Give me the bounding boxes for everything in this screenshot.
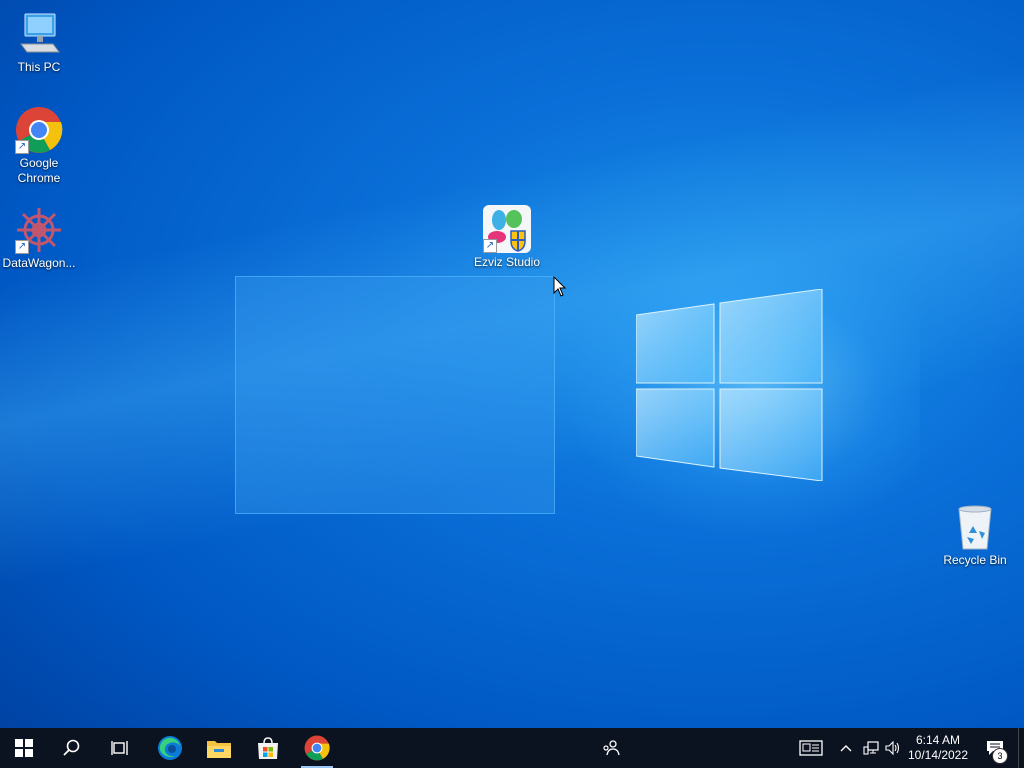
windows-logo-wallpaper xyxy=(636,289,823,481)
mouse-cursor-icon xyxy=(553,276,567,297)
network-icon xyxy=(863,741,879,755)
search-icon xyxy=(63,739,80,756)
show-hidden-icons-button[interactable] xyxy=(837,728,855,768)
start-button[interactable] xyxy=(0,728,48,768)
desktop-icon-label: DataWagon... xyxy=(2,256,76,270)
desktop-icon-label: This PC xyxy=(17,60,61,74)
task-view-icon xyxy=(111,741,128,755)
desktop-icon-label: Recycle Bin xyxy=(943,553,1007,567)
taskbar-chrome-button[interactable] xyxy=(293,728,341,768)
taskbar-clock[interactable]: 6:14 AM 10/14/2022 xyxy=(906,728,970,768)
desktop-icon-ezviz-studio[interactable]: ↗ Ezviz Studio xyxy=(469,205,545,270)
drag-selection-rectangle xyxy=(235,276,555,514)
desktop-icon-datawagon[interactable]: ↗ DataWagon... xyxy=(1,206,77,271)
desktop-icon-recycle-bin[interactable]: Recycle Bin xyxy=(937,503,1013,568)
taskbar-edge-button[interactable] xyxy=(146,728,194,768)
people-button[interactable] xyxy=(598,728,624,768)
datawagon-icon: ↗ xyxy=(15,206,63,254)
chevron-up-icon xyxy=(840,745,852,752)
news-icon xyxy=(799,740,823,756)
shortcut-arrow-icon: ↗ xyxy=(15,240,29,254)
ezviz-studio-icon: ↗ xyxy=(483,205,531,253)
desktop-icon-label: Ezviz Studio xyxy=(473,255,541,269)
desktop[interactable]: This PC ↗ Google Chrome ↗ DataWagon... ↗… xyxy=(0,0,1024,728)
people-icon xyxy=(603,740,620,756)
chrome-icon: ↗ xyxy=(15,106,63,154)
desktop-icon-label: Google Chrome xyxy=(17,156,61,185)
network-button[interactable] xyxy=(861,728,881,768)
taskbar-microsoft-store-button[interactable] xyxy=(244,728,292,768)
shortcut-arrow-icon: ↗ xyxy=(15,140,29,154)
recycle-bin-icon xyxy=(951,503,999,551)
taskbar: 6:14 AM 10/14/2022 3 xyxy=(0,728,1024,768)
clock-time: 6:14 AM xyxy=(915,733,961,747)
notification-count-badge: 3 xyxy=(992,748,1008,764)
microsoft-store-icon xyxy=(258,737,278,759)
task-view-button[interactable] xyxy=(96,728,144,768)
chrome-icon xyxy=(304,735,330,761)
file-explorer-icon xyxy=(207,741,231,758)
speaker-icon xyxy=(885,741,900,755)
desktop-icon-google-chrome[interactable]: ↗ Google Chrome xyxy=(1,106,77,186)
windows-start-icon xyxy=(15,739,33,757)
search-button[interactable] xyxy=(48,728,96,768)
taskbar-file-explorer-button[interactable] xyxy=(195,728,243,768)
volume-button[interactable] xyxy=(883,728,903,768)
desktop-icon-this-pc[interactable]: This PC xyxy=(1,10,77,75)
edge-icon xyxy=(158,736,182,760)
show-desktop-button[interactable] xyxy=(1018,728,1024,768)
clock-date: 10/14/2022 xyxy=(907,748,969,762)
this-pc-icon xyxy=(15,10,63,58)
shortcut-arrow-icon: ↗ xyxy=(483,239,497,253)
news-and-interests-button[interactable] xyxy=(796,728,826,768)
